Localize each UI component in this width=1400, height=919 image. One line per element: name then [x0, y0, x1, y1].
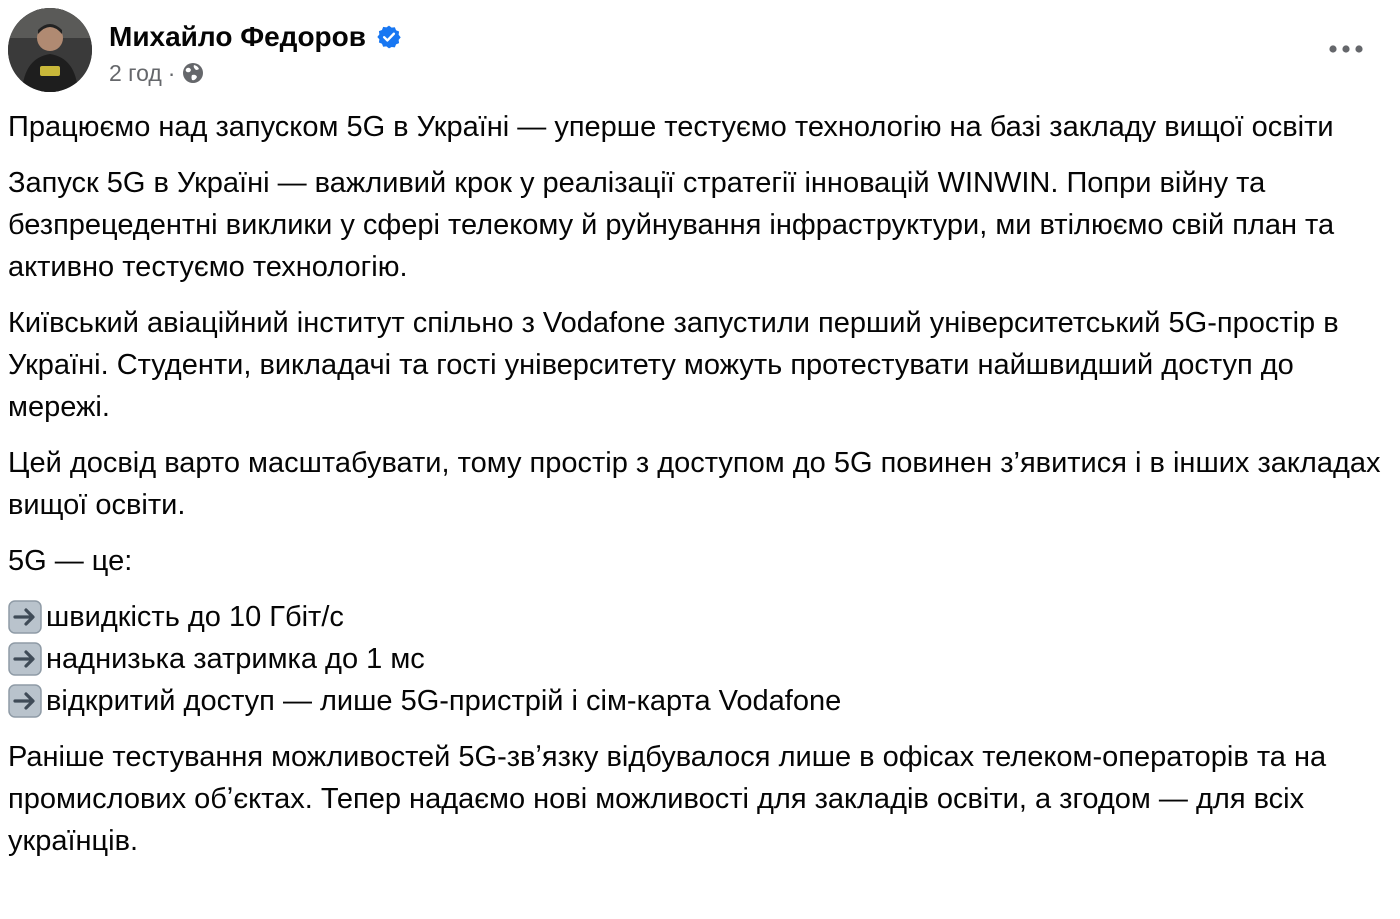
bullet-text: наднизька затримка до 1 мс — [46, 643, 425, 675]
avatar-image — [8, 8, 92, 92]
right-arrow-icon — [8, 600, 42, 634]
post-time[interactable]: 2 год — [109, 60, 162, 87]
bullet-item: наднизька затримка до 1 мс — [8, 638, 1388, 680]
post-header: Михайло Федоров 2 год · — [8, 8, 1400, 94]
author-row: Михайло Федоров — [109, 17, 402, 57]
post-paragraph: Цей досвід варто масштабувати, тому прос… — [8, 447, 1381, 521]
post-paragraph: 5G — це: — [8, 545, 133, 577]
bullet-text: швидкість до 10 Гбіт/с — [46, 601, 344, 633]
meta-separator: · — [167, 59, 176, 86]
post-paragraph: Раніше тестування можливостей 5G-звʼязку… — [8, 741, 1327, 857]
bullet-item: відкритий доступ — лише 5G-пристрій і сі… — [8, 680, 1388, 722]
more-options-icon — [1328, 41, 1364, 59]
author-name[interactable]: Михайло Федоров — [109, 21, 366, 53]
post-body: Працюємо над запуском 5G в Україні — упе… — [8, 106, 1388, 876]
post-meta: 2 год · — [109, 58, 205, 88]
post-paragraph: Працюємо над запуском 5G в Україні — упе… — [8, 111, 1334, 143]
right-arrow-icon — [8, 684, 42, 718]
right-arrow-icon — [8, 642, 42, 676]
post-paragraph: Київський авіаційний інститут спільно з … — [8, 307, 1339, 423]
more-options-button[interactable] — [1316, 30, 1376, 70]
avatar[interactable] — [8, 8, 92, 92]
bullet-item: швидкість до 10 Гбіт/с — [8, 596, 1388, 638]
globe-icon[interactable] — [181, 61, 205, 85]
bullet-list: швидкість до 10 Гбіт/с наднизька затримк… — [8, 596, 1388, 722]
verified-badge-icon — [376, 24, 402, 50]
bullet-text: відкритий доступ — лише 5G-пристрій і сі… — [46, 685, 842, 717]
facebook-post: Михайло Федоров 2 год · Працюємо над зап… — [0, 0, 1400, 919]
post-paragraph: Запуск 5G в Україні — важливий крок у ре… — [8, 167, 1335, 283]
